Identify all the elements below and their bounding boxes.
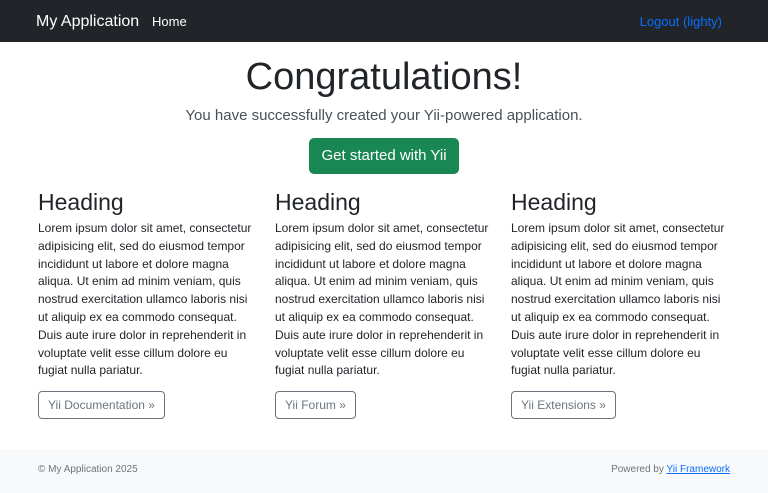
column-text: Lorem ipsum dolor sit amet, consectetur … [511,221,725,378]
hero-title: Congratulations! [245,56,523,98]
column-heading: Heading [511,189,597,215]
column-extensions: Heading Lorem ipsum dolor sit amet, cons… [511,187,727,420]
yii-framework-link[interactable]: Yii Framework [666,464,730,475]
nav-home-link[interactable]: Home [152,13,187,31]
yii-forum-button[interactable]: Yii Forum » [275,391,356,420]
column-heading: Heading [275,189,361,215]
column-documentation: Heading Lorem ipsum dolor sit amet, cons… [38,187,254,420]
navbar: My Application Home Logout (lighty) [0,0,768,42]
hero-lead: You have successfully created your Yii-p… [185,107,583,124]
column-text: Lorem ipsum dolor sit amet, consectetur … [38,221,252,378]
footer-copyright: © My Application 2025 [38,464,138,475]
column-text: Lorem ipsum dolor sit amet, consectetur … [275,221,489,378]
footer-powered-by: Powered by Yii Framework [611,463,730,477]
footer-powered-prefix: Powered by [611,464,667,475]
brand-link[interactable]: My Application [36,11,139,33]
yii-documentation-button[interactable]: Yii Documentation » [38,391,165,420]
get-started-button[interactable]: Get started with Yii [309,138,459,174]
column-forum: Heading Lorem ipsum dolor sit amet, cons… [275,187,491,420]
yii-extensions-button[interactable]: Yii Extensions » [511,391,616,420]
logout-link[interactable]: Logout (lighty) [640,13,722,31]
footer: © My Application 2025 Powered by Yii Fra… [0,449,768,493]
column-heading: Heading [38,189,124,215]
